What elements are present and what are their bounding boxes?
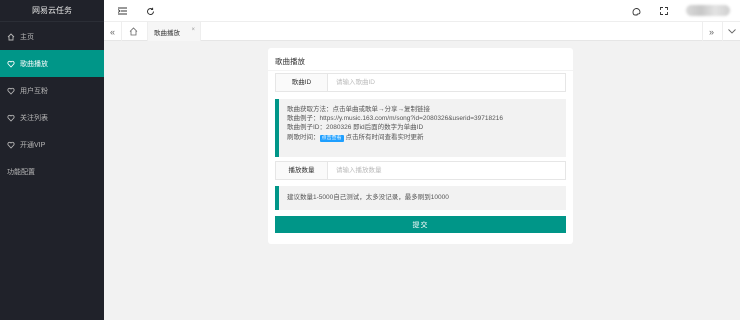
sidebar-item-label: 用户互粉 — [20, 87, 48, 95]
card-divider — [268, 70, 573, 71]
sidebar: 网易云任务 主页 歌曲播放 用户互粉 关注列表 开通VIP 功能配置 — [0, 0, 104, 320]
info-line-time: 刷歌时间： 点击查看 点击所有时间查看实时更新 — [287, 133, 558, 142]
fullscreen-icon[interactable] — [658, 5, 670, 17]
info-line: 歌曲例子：https://y.music.163.com/m/song?id=2… — [287, 115, 503, 123]
info-box: 歌曲获取方法：点击单曲或歌单→分享→复制链接 歌曲例子：https://y.mu… — [275, 99, 566, 157]
tab-song-play[interactable]: 歌曲播放 × — [147, 22, 201, 41]
song-play-card: 歌曲播放 歌曲ID 歌曲获取方法：点击单曲或歌单→分享→复制链接 歌曲例子：ht… — [268, 48, 573, 244]
heart-icon — [7, 87, 15, 95]
sidebar-item-home[interactable]: 主页 — [0, 23, 104, 50]
app-title: 网易云任务 — [0, 0, 104, 22]
tabs-scroll-left-icon[interactable]: « — [104, 22, 122, 41]
refresh-icon[interactable] — [144, 5, 156, 17]
info-line: 歌曲获取方法：点击单曲或歌单→分享→复制链接 — [287, 106, 430, 113]
sidebar-item-follow-list[interactable]: 关注列表 — [0, 104, 104, 131]
time-prefix: 刷歌时间： — [287, 133, 320, 141]
play-count-input[interactable] — [329, 162, 564, 179]
song-id-label: 歌曲ID — [276, 74, 328, 91]
theme-icon[interactable] — [630, 5, 642, 17]
chevron-down-icon[interactable] — [722, 22, 740, 41]
song-id-field: 歌曲ID — [275, 73, 566, 92]
user-avatar[interactable] — [686, 5, 730, 16]
sidebar-item-song-play[interactable]: 歌曲播放 — [0, 50, 104, 77]
info-line: 歌曲例子ID：2080326 即id后面的数字为单曲ID — [287, 124, 424, 132]
sidebar-item-label: 歌曲播放 — [20, 60, 48, 68]
advice-text: 建议数量1-5000自己测试，太多没记录，最多刷到10000 — [287, 194, 449, 201]
sidebar-item-label: 主页 — [20, 33, 34, 41]
song-id-input[interactable] — [329, 74, 564, 91]
view-time-badge[interactable]: 点击查看 — [319, 134, 344, 142]
sidebar-menu: 主页 歌曲播放 用户互粉 关注列表 开通VIP 功能配置 — [0, 22, 104, 185]
tabs-scroll-right-icon[interactable]: » — [702, 22, 720, 41]
home-tab-icon[interactable] — [124, 22, 142, 41]
submit-button[interactable]: 提交 — [275, 216, 566, 233]
sidebar-item-vip[interactable]: 开通VIP — [0, 131, 104, 158]
sidebar-item-user-follow[interactable]: 用户互粉 — [0, 77, 104, 104]
heart-icon — [7, 60, 15, 68]
tab-bar: « 歌曲播放 × » — [104, 22, 740, 41]
sidebar-item-settings[interactable]: 功能配置 — [0, 158, 104, 185]
time-suffix: 点击所有时间查看实时更新 — [345, 133, 424, 141]
advice-box: 建议数量1-5000自己测试，太多没记录，最多刷到10000 — [275, 186, 566, 210]
play-count-field: 播放数量 — [275, 161, 566, 180]
play-count-label: 播放数量 — [276, 162, 328, 179]
tab-label: 歌曲播放 — [154, 29, 180, 37]
heart-icon — [7, 141, 15, 149]
top-header — [104, 0, 740, 22]
menu-fold-icon[interactable] — [116, 5, 128, 17]
close-icon[interactable]: × — [191, 27, 195, 33]
heart-icon — [7, 114, 15, 122]
sidebar-item-label: 功能配置 — [7, 168, 35, 176]
card-title: 歌曲播放 — [275, 57, 305, 66]
sidebar-item-label: 开通VIP — [20, 141, 46, 149]
home-icon — [7, 32, 15, 41]
sidebar-item-label: 关注列表 — [20, 114, 48, 122]
